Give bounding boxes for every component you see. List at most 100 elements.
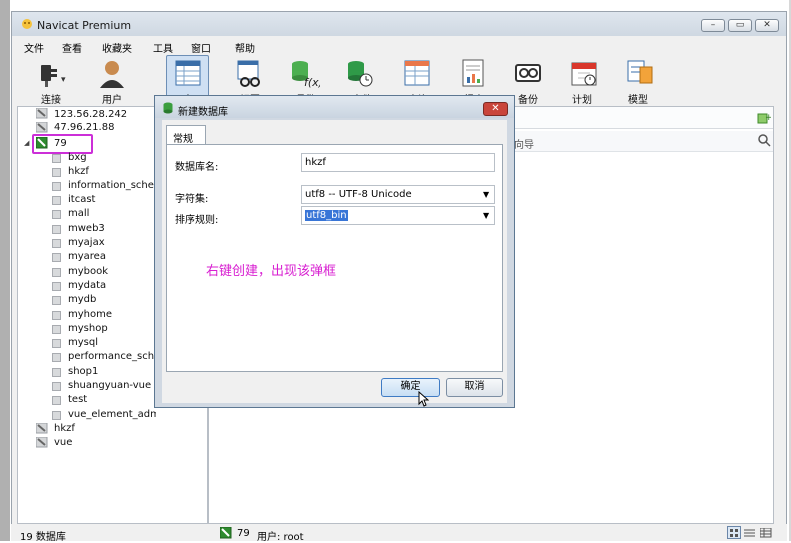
database-icon — [52, 225, 61, 234]
tree-database[interactable]: mweb3 — [68, 223, 105, 234]
detail-view-icon[interactable] — [760, 528, 772, 538]
tree-database[interactable]: mall — [68, 208, 89, 219]
menu-file[interactable]: 文件 — [24, 40, 44, 55]
database-icon — [52, 268, 61, 277]
new-table-icon[interactable]: + — [757, 111, 771, 125]
toolbar-user-label: 用户 — [102, 95, 122, 106]
charset-select[interactable]: utf8 -- UTF-8 Unicode ▼ — [301, 185, 495, 204]
tree-connection[interactable]: 123.56.28.242 — [54, 109, 127, 120]
close-button[interactable]: ✕ — [755, 19, 779, 32]
collation-select[interactable]: utf8_bin ▼ — [301, 206, 495, 225]
dialog-close-button[interactable]: ✕ — [483, 102, 508, 116]
menu-favorites[interactable]: 收藏夹 — [102, 40, 132, 55]
tree-connection[interactable]: hkzf — [54, 423, 75, 434]
title-bar: Navicat Premium – ▭ ✕ — [12, 12, 786, 36]
tree-database[interactable]: mysql — [68, 337, 98, 348]
database-icon — [52, 296, 61, 305]
database-icon — [52, 253, 61, 262]
ok-button[interactable]: 确定 — [381, 378, 440, 397]
connection-icon — [36, 108, 48, 119]
tree-database[interactable]: test — [68, 394, 87, 405]
toolbar-user-button[interactable]: 用户 — [96, 59, 130, 106]
query-icon — [404, 60, 430, 86]
menu-tools[interactable]: 工具 — [153, 40, 173, 55]
toolbar-backup-button[interactable]: 备份 — [512, 59, 548, 106]
tree-database[interactable]: vue_element_admin — [68, 409, 156, 420]
view-icon — [237, 60, 260, 87]
toolbar-backup-label: 备份 — [518, 95, 538, 106]
dialog-title-bar: 新建数据库 ✕ — [155, 96, 514, 118]
toolbar-schedule-button[interactable]: 计划 — [568, 59, 604, 106]
dropdown-arrow-icon: ▼ — [483, 190, 490, 199]
status-bar — [11, 524, 787, 541]
database-icon — [52, 396, 61, 405]
database-icon — [52, 339, 61, 348]
grid-view-icon — [730, 529, 738, 537]
collation-value: utf8_bin — [305, 210, 348, 221]
tree-database[interactable]: information_schem — [68, 180, 156, 191]
toolbar-connection-label: 连接 — [41, 95, 61, 106]
tree-database[interactable]: performance_schen — [68, 351, 156, 362]
plug-icon: ▾ — [41, 65, 66, 87]
database-icon — [52, 168, 61, 177]
database-icon — [52, 182, 61, 191]
database-icon — [52, 368, 61, 377]
tree-database[interactable]: myarea — [68, 251, 106, 262]
connection-icon — [36, 423, 48, 434]
tree-database[interactable]: shop1 — [68, 366, 98, 377]
model-icon — [627, 60, 653, 84]
db-name-label: 数据库名: — [175, 162, 219, 173]
tree-database[interactable]: myshop — [68, 323, 108, 334]
tree-connection[interactable]: 47.96.21.88 — [54, 122, 114, 132]
user-icon — [100, 61, 124, 88]
menu-window[interactable]: 窗口 — [191, 40, 211, 55]
view-grid-button[interactable] — [727, 526, 741, 539]
search-icon[interactable] — [758, 134, 771, 147]
tree-database[interactable]: itcast — [68, 194, 95, 205]
database-icon — [52, 282, 61, 291]
maximize-button[interactable]: ▭ — [728, 19, 752, 32]
connection-icon — [36, 437, 48, 448]
mouse-cursor-icon — [418, 391, 429, 407]
menu-view[interactable]: 查看 — [62, 40, 82, 55]
desktop-left-scrollbar — [0, 0, 10, 541]
annotation-highlight-box — [32, 134, 93, 154]
schedule-icon — [571, 62, 597, 86]
wizard-text[interactable]: 向导 — [514, 136, 534, 151]
db-name-input[interactable]: hkzf — [301, 153, 495, 172]
tree-database[interactable]: hkzf — [68, 166, 89, 177]
database-icon — [52, 325, 61, 334]
database-icon — [52, 311, 61, 320]
navicat-logo-icon — [22, 19, 32, 29]
tree-database[interactable]: myhome — [68, 309, 112, 320]
connection-icon — [36, 122, 48, 133]
database-icon — [52, 210, 61, 219]
toolbar-model-button[interactable]: 模型 — [624, 59, 660, 106]
tree-database[interactable]: bxg — [68, 152, 87, 163]
cancel-button[interactable]: 取消 — [446, 378, 503, 397]
tree-database[interactable]: mybook — [68, 266, 108, 277]
tree-database[interactable]: myajax — [68, 237, 105, 248]
tree-database[interactable]: mydata — [68, 280, 106, 291]
tree-connection[interactable]: vue — [54, 437, 72, 448]
toolbar-schedule-label: 计划 — [572, 95, 592, 106]
tree-database[interactable]: mydb — [68, 294, 96, 305]
menu-help[interactable]: 帮助 — [235, 40, 255, 55]
tab-general[interactable]: 常规 — [166, 125, 206, 145]
svg-text:▾: ▾ — [61, 75, 66, 85]
svg-text:f(x): f(x) — [304, 76, 320, 89]
report-icon — [462, 59, 484, 87]
minimize-button[interactable]: – — [701, 19, 725, 32]
tree-expand-arrow-icon[interactable]: ◢ — [24, 139, 29, 147]
svg-text:+: + — [765, 113, 771, 123]
status-connection: 79 — [237, 528, 250, 539]
tree-database[interactable]: shuangyuan-vue — [68, 380, 151, 391]
dialog-title: 新建数据库 — [178, 107, 228, 118]
database-icon — [52, 353, 61, 362]
database-icon — [52, 154, 61, 163]
database-icon — [163, 102, 173, 114]
table-icon — [175, 60, 201, 86]
event-icon — [348, 61, 373, 87]
list-view-icon[interactable] — [744, 528, 756, 538]
toolbar-connection-button[interactable]: ▾ 连接 — [33, 59, 67, 106]
